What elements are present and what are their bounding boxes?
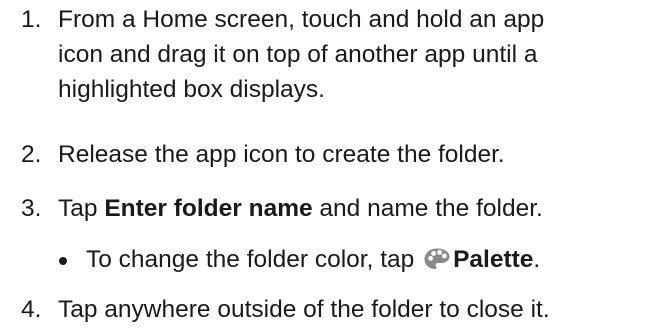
step-text-line: From a Home screen, touch and hold an ap… [58,6,545,33]
step-text: From a Home screen, touch and hold an ap… [58,2,658,107]
step-text: Release the app icon to create the folde… [58,141,505,168]
step-text: Tap anywhere outside of the folder to cl… [58,296,550,323]
bullet-text-prefix: To change the folder color, tap [86,246,422,273]
step-number: 4. [21,296,42,323]
step-text-line: icon and drag it on top of another app u… [58,41,538,68]
step-number: 1. [21,6,42,33]
bullet-text-suffix: . [533,246,541,273]
step-text-suffix: and name the folder. [312,195,543,222]
palette-icon [424,248,450,269]
bullet-text: To change the folder color, tap Palette. [86,242,540,277]
step-text-line: highlighted box displays. [58,76,325,103]
palette-label: Palette [453,246,534,273]
enter-folder-name-label: Enter folder name [104,195,313,222]
step-text-prefix: Tap [58,195,105,222]
step-number: 3. [21,195,42,222]
step-text: Tap Enter folder name and name the folde… [58,191,658,226]
bullet-dot [59,257,67,265]
step-number: 2. [21,141,42,168]
